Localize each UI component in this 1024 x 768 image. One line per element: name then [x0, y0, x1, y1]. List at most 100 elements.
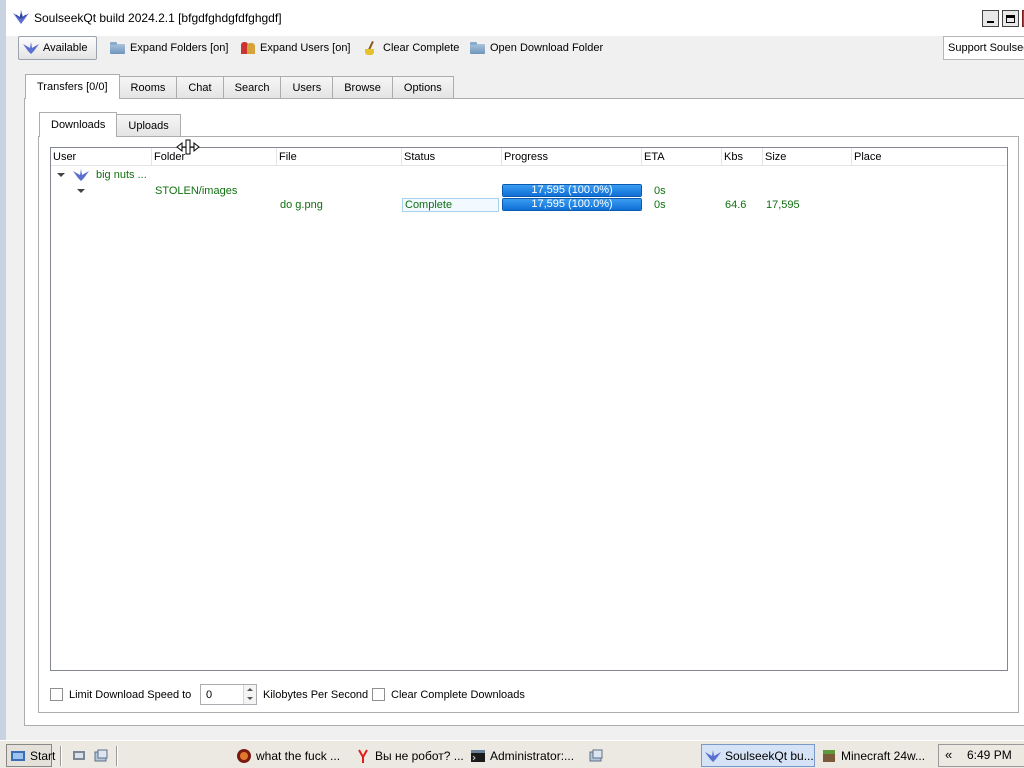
clear-complete-downloads-label: Clear Complete Downloads: [391, 689, 525, 701]
tab-users[interactable]: Users: [280, 76, 334, 99]
clear-complete-downloads-checkbox[interactable]: [372, 688, 385, 701]
window-title: SoulseekQt build 2024.2.1 [bfgdfghdgfdfg…: [34, 11, 282, 25]
column-header-user[interactable]: User: [51, 148, 152, 166]
minecraft-icon: [823, 749, 835, 762]
spin-down-icon[interactable]: [247, 697, 253, 700]
column-header-progress[interactable]: Progress: [502, 148, 642, 166]
title-bar[interactable]: SoulseekQt build 2024.2.1 [bfgdfghdgfdfg…: [6, 0, 1024, 36]
task-label: Вы не робот? ...: [375, 748, 464, 763]
limit-speed-checkbox[interactable]: [50, 688, 63, 701]
transfers-pane: Downloads Uploads User Folder File Statu…: [24, 98, 1024, 726]
window-switch-icon: [589, 749, 603, 761]
taskbar-separator: [60, 746, 62, 766]
expand-users-label: Expand Users [on]: [260, 42, 351, 54]
clock[interactable]: 6:49 PM: [967, 748, 1012, 762]
clear-complete-button[interactable]: Clear Complete: [359, 36, 463, 60]
file-progress-bar: 17,595 (100.0%): [502, 198, 642, 211]
column-header-file[interactable]: File: [277, 148, 402, 166]
task-yandex[interactable]: Вы не робот? ...: [352, 744, 468, 767]
window-switch-icon: [94, 749, 108, 761]
speed-limit-value: 0: [206, 689, 213, 701]
tab-transfers[interactable]: Transfers [0/0]: [25, 74, 120, 99]
task-label: Administrator:...: [490, 748, 575, 763]
toolbar: Available Expand Folders [on] Expand Use…: [12, 33, 1024, 63]
expand-users-button[interactable]: Expand Users [on]: [236, 36, 355, 60]
file-status: Complete: [402, 198, 499, 212]
file-kbs: 64.6: [725, 199, 747, 211]
collapse-arrow-icon[interactable]: [57, 173, 65, 177]
support-soulseek-button[interactable]: Support Soulseek: [943, 36, 1024, 60]
spin-up-icon[interactable]: [247, 688, 253, 691]
clear-complete-label: Clear Complete: [383, 42, 460, 54]
column-header-folder[interactable]: Folder: [152, 148, 277, 166]
browser-icon: [237, 748, 251, 763]
soulseek-bird-icon: [13, 10, 29, 24]
tab-browse[interactable]: Browse: [332, 76, 393, 99]
start-button[interactable]: Start: [6, 744, 55, 767]
column-header-eta[interactable]: ETA: [642, 148, 722, 166]
collapse-arrow-icon[interactable]: [77, 189, 85, 193]
maximize-icon: [1006, 14, 1015, 23]
column-header-kbs[interactable]: Kbs: [722, 148, 763, 166]
limit-speed-label: Limit Download Speed to: [69, 689, 192, 701]
tab-downloads[interactable]: Downloads: [39, 112, 118, 137]
download-options: Limit Download Speed to 0 Kilobytes Per …: [50, 684, 650, 706]
expand-folders-label: Expand Folders [on]: [130, 42, 229, 54]
minimize-icon: [987, 20, 994, 23]
downloads-pane: User Folder File Status Progress ETA Kbs…: [38, 136, 1019, 713]
tab-rooms[interactable]: Rooms: [118, 76, 178, 99]
tab-chat[interactable]: Chat: [176, 76, 224, 99]
column-header-size[interactable]: Size: [763, 148, 852, 166]
folder-progress-text: 17,595 (100.0%): [531, 184, 613, 196]
support-label: Support Soulseek: [948, 42, 1024, 54]
task-minecraft[interactable]: Minecraft 24w...: [818, 744, 936, 767]
broom-icon: [363, 41, 379, 55]
speed-limit-spinbox[interactable]: 0: [200, 684, 257, 705]
task-window-icon[interactable]: [585, 744, 605, 767]
console-icon: [471, 749, 485, 762]
file-name: do g.png: [280, 199, 323, 211]
soulseek-window: SoulseekQt build 2024.2.1 [bfgdfghdgfdfg…: [0, 0, 1024, 740]
task-label: what the fuck ...: [256, 748, 341, 763]
file-size: 17,595: [766, 199, 800, 211]
tray-expand-chevron-icon[interactable]: «: [945, 747, 952, 762]
open-download-folder-button[interactable]: Open Download Folder: [466, 36, 607, 60]
transfer-sub-tab-bar: Downloads Uploads: [39, 112, 181, 137]
minimize-button[interactable]: [982, 10, 999, 27]
quicklaunch-button[interactable]: [90, 744, 112, 767]
task-soulseek[interactable]: SoulseekQt bu...: [701, 744, 815, 767]
file-eta: 0s: [654, 199, 666, 211]
expand-folders-button[interactable]: Expand Folders [on]: [106, 36, 232, 60]
folder-icon: [470, 41, 486, 55]
available-status-button[interactable]: Available: [18, 36, 97, 60]
downloads-table[interactable]: User Folder File Status Progress ETA Kbs…: [50, 147, 1008, 671]
column-header-status[interactable]: Status: [402, 148, 502, 166]
open-download-folder-label: Open Download Folder: [490, 42, 604, 54]
task-browser[interactable]: what the fuck ...: [233, 744, 359, 767]
yandex-icon: [358, 749, 368, 763]
task-label: Minecraft 24w...: [841, 748, 926, 763]
tab-options[interactable]: Options: [391, 76, 454, 99]
system-tray: « 6:49 PM: [938, 744, 1024, 767]
soulseek-bird-icon: [23, 42, 39, 54]
spin-buttons[interactable]: [243, 685, 256, 704]
folder-eta: 0s: [654, 185, 666, 197]
task-console[interactable]: Administrator:...: [467, 744, 583, 767]
file-progress-text: 17,595 (100.0%): [531, 198, 613, 210]
tab-search[interactable]: Search: [222, 76, 282, 99]
column-header-place[interactable]: Place: [852, 148, 1008, 166]
folder-name: STOLEN/images: [155, 185, 238, 197]
table-row-file[interactable]: do g.png Complete 17,595 (100.0%) 0s 64.…: [51, 198, 1007, 213]
tab-uploads[interactable]: Uploads: [116, 114, 181, 137]
table-row-user[interactable]: big nuts ...: [51, 168, 1007, 183]
show-desktop-button[interactable]: [68, 744, 90, 767]
maximize-button[interactable]: [1002, 10, 1019, 27]
speed-units-label: Kilobytes Per Second: [263, 689, 369, 701]
soulseek-bird-icon: [705, 749, 721, 762]
resize-cursor-icon: [176, 139, 200, 155]
taskbar-separator: [116, 746, 118, 766]
start-icon: [11, 750, 25, 761]
table-row-folder[interactable]: STOLEN/images 17,595 (100.0%) 0s: [51, 184, 1007, 199]
available-label: Available: [43, 42, 88, 54]
task-label: SoulseekQt bu...: [725, 748, 814, 763]
